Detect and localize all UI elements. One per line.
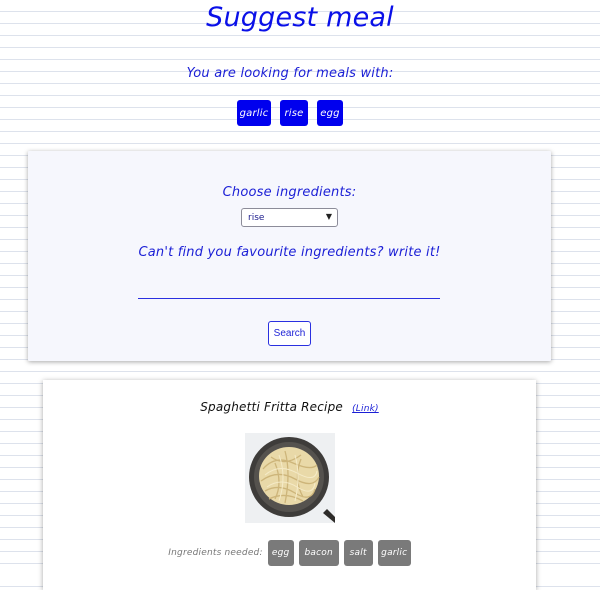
search-button[interactable]: Search — [268, 321, 311, 346]
ingredient-select[interactable]: rise ▼ — [241, 208, 338, 227]
ingredients-needed-row: Ingredients needed: egg bacon salt garli… — [43, 540, 536, 566]
recipe-image — [245, 433, 335, 523]
choose-ingredients-label: Choose ingredients: — [222, 185, 357, 200]
recipe-title: Spaghetti Fritta Recipe — [200, 400, 343, 414]
selected-tag-rise[interactable]: rise — [280, 100, 308, 126]
page-title: Suggest meal — [206, 2, 394, 33]
ingredient-tag-salt: salt — [343, 540, 373, 566]
selected-tag-garlic[interactable]: garlic — [237, 100, 271, 126]
spaghetti-pan-image — [245, 433, 335, 523]
ingredients-needed-label: Ingredients needed: — [168, 548, 263, 558]
recipe-card: Spaghetti Fritta Recipe (Link) Ingredien… — [43, 380, 536, 590]
recipe-header: Spaghetti Fritta Recipe (Link) — [43, 396, 536, 415]
looking-for-text: You are looking for meals with: — [186, 66, 394, 81]
recipe-link[interactable]: (Link) — [352, 404, 379, 414]
ingredient-select-value: rise — [248, 212, 265, 223]
ingredient-tag-bacon: bacon — [298, 540, 339, 566]
chevron-down-icon: ▼ — [325, 212, 332, 221]
custom-ingredient-label: Can't find you favourite ingredients? wr… — [138, 245, 441, 260]
selected-tag-egg[interactable]: egg — [317, 100, 343, 126]
ingredient-tag-garlic: garlic — [377, 540, 411, 566]
custom-ingredient-input[interactable] — [138, 279, 440, 299]
ingredient-tag-egg: egg — [267, 540, 294, 566]
selected-ingredient-tags: garlic rise egg — [0, 100, 580, 126]
search-card: Choose ingredients: rise ▼ Can't find yo… — [28, 151, 551, 361]
